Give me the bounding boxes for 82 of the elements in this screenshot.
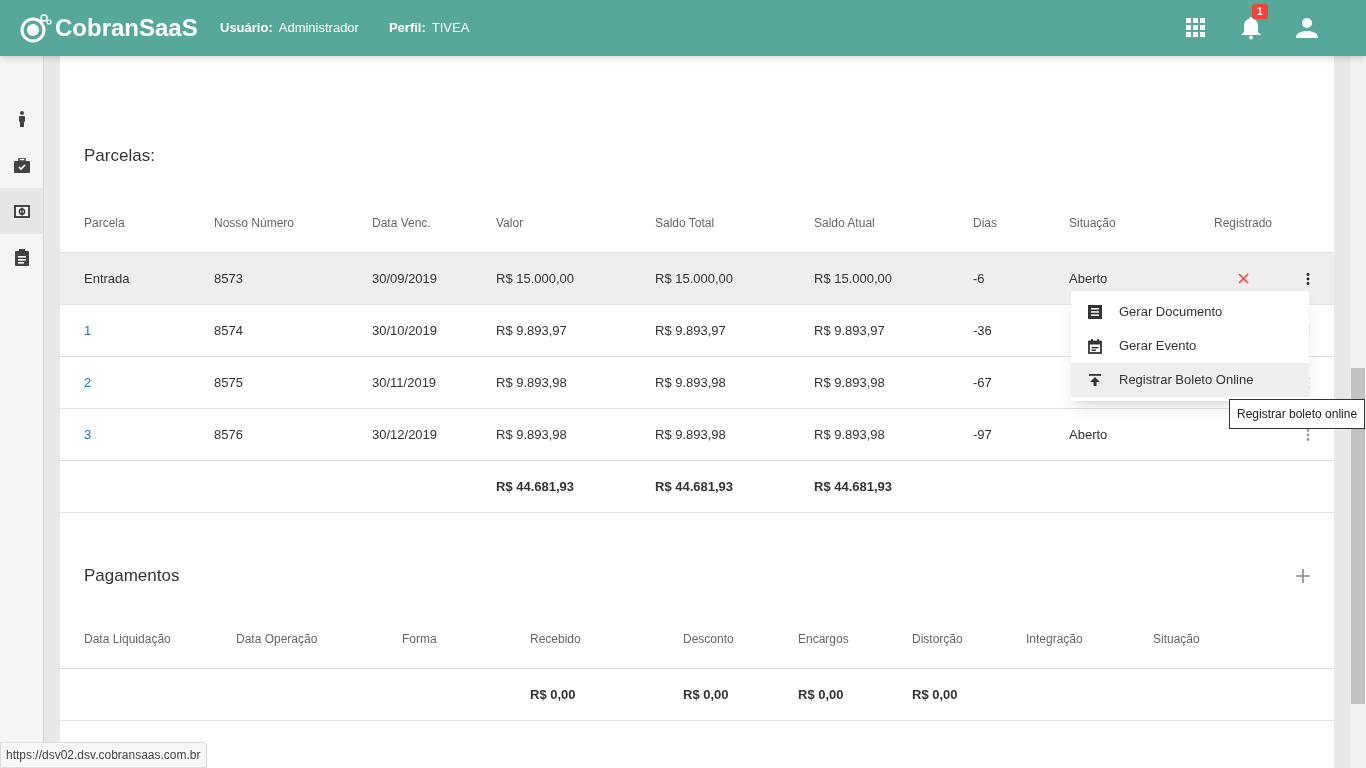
table-cell: R$ 15.000,00 <box>655 270 734 286</box>
total-value: R$ 44.681,93 <box>496 478 575 494</box>
table-cell: -6 <box>973 270 985 286</box>
table-cell: 8576 <box>214 426 243 442</box>
column-header: Parcela <box>84 215 126 232</box>
coin-logo-icon <box>20 13 52 43</box>
column-header: Data Venc. <box>372 215 432 232</box>
column-header: Distorção <box>912 631 964 648</box>
user-account-icon[interactable] <box>1296 18 1318 38</box>
profile-label: Perfil: <box>388 19 426 38</box>
table-cell: 2 <box>84 374 92 390</box>
table-cell: -97 <box>973 426 992 442</box>
table-cell: 8574 <box>214 322 243 338</box>
table-cell: 3 <box>84 426 92 442</box>
total-value: R$ 44.681,93 <box>655 478 734 494</box>
table-cell: Aberto <box>1069 426 1108 442</box>
total-value: R$ 0,00 <box>798 686 844 702</box>
section-title: Parcelas: <box>84 145 155 168</box>
notification-bell-icon[interactable] <box>1240 16 1262 40</box>
table-cell: R$ 9.893,97 <box>814 322 885 338</box>
user-label: Usuário: <box>220 19 273 38</box>
column-header: Integração <box>1026 631 1084 648</box>
total-value: R$ 44.681,93 <box>814 478 893 494</box>
briefcase-check-icon[interactable] <box>13 157 30 173</box>
table-cell: R$ 15.000,00 <box>496 270 575 286</box>
table-cell: R$ 9.893,98 <box>655 374 726 390</box>
upload-icon <box>1089 374 1101 386</box>
table-cell: Entrada <box>84 270 130 286</box>
total-value: R$ 0,00 <box>530 686 576 702</box>
calendar-icon <box>1088 338 1102 354</box>
sidebar-item[interactable] <box>0 188 43 234</box>
column-header: Registrado <box>1213 215 1273 232</box>
table-cell: 30/11/2019 <box>372 374 437 390</box>
table-cell: R$ 15.000,00 <box>814 270 893 286</box>
menu-item[interactable]: Gerar Evento <box>1071 329 1309 363</box>
total-value: R$ 0,00 <box>912 686 958 702</box>
profile-name: TIVEA <box>431 19 470 38</box>
column-header: Data Operação <box>236 631 319 648</box>
table-cell: 8573 <box>214 270 243 286</box>
user-name: Administrador <box>278 19 359 38</box>
table-cell: -36 <box>973 322 992 338</box>
table-cell: 8575 <box>214 374 243 390</box>
table-cell: 30/10/2019 <box>372 322 438 338</box>
document-icon <box>1088 305 1102 319</box>
banknote-icon[interactable] <box>13 204 30 218</box>
table-cell: R$ 9.893,98 <box>496 426 567 442</box>
more-options-icon[interactable] <box>1306 272 1310 285</box>
menu-item[interactable]: Registrar Boleto Online <box>1071 363 1309 397</box>
notification-count-badge: 1 <box>1252 4 1268 19</box>
table-cell: 30/12/2019 <box>372 426 438 442</box>
column-header: Saldo Atual <box>814 215 876 232</box>
column-header: Situação <box>1069 215 1117 232</box>
column-header: Saldo Total <box>655 215 716 232</box>
column-header: Desconto <box>683 631 735 648</box>
total-value: R$ 0,00 <box>683 686 729 702</box>
column-header: Valor <box>496 215 525 232</box>
table-cell: 30/09/2019 <box>372 270 438 286</box>
tooltip: Registrar boleto online <box>1229 399 1366 429</box>
column-header: Dias <box>973 215 998 232</box>
table-cell: R$ 9.893,97 <box>655 322 726 338</box>
table-cell: R$ 9.893,98 <box>814 426 885 442</box>
column-header: Situação <box>1153 631 1201 648</box>
person-icon[interactable] <box>18 111 25 127</box>
menu-item[interactable]: Gerar Documento <box>1071 295 1309 329</box>
table-cell: R$ 9.893,98 <box>496 374 567 390</box>
add-icon[interactable] <box>1296 569 1310 583</box>
clipboard-icon[interactable] <box>14 248 29 266</box>
table-cell: -67 <box>973 374 992 390</box>
apps-grid-icon[interactable] <box>1186 18 1206 38</box>
table-row[interactable]: Entrada 8573 30/09/2019 R$ 15.000,00 R$ 15.000,00 R$ 15.000,00 -6 Aberto <box>60 253 1334 305</box>
section-title: Pagamentos <box>84 565 180 588</box>
column-header: Nosso Número <box>214 215 296 232</box>
table-cell: R$ 9.893,98 <box>655 426 726 442</box>
column-header: Encargos <box>798 631 850 648</box>
table-cell: Aberto <box>1069 270 1108 286</box>
table-cell: R$ 9.893,98 <box>814 374 885 390</box>
column-header: Recebido <box>530 631 582 648</box>
column-header: Data Liquidação <box>84 631 172 648</box>
table-cell: 1 <box>84 322 92 338</box>
status-url: https://dsv02.dsv.cobransaas.com.br <box>0 742 207 768</box>
column-header: Forma <box>402 631 438 648</box>
table-cell: R$ 9.893,97 <box>496 322 567 338</box>
